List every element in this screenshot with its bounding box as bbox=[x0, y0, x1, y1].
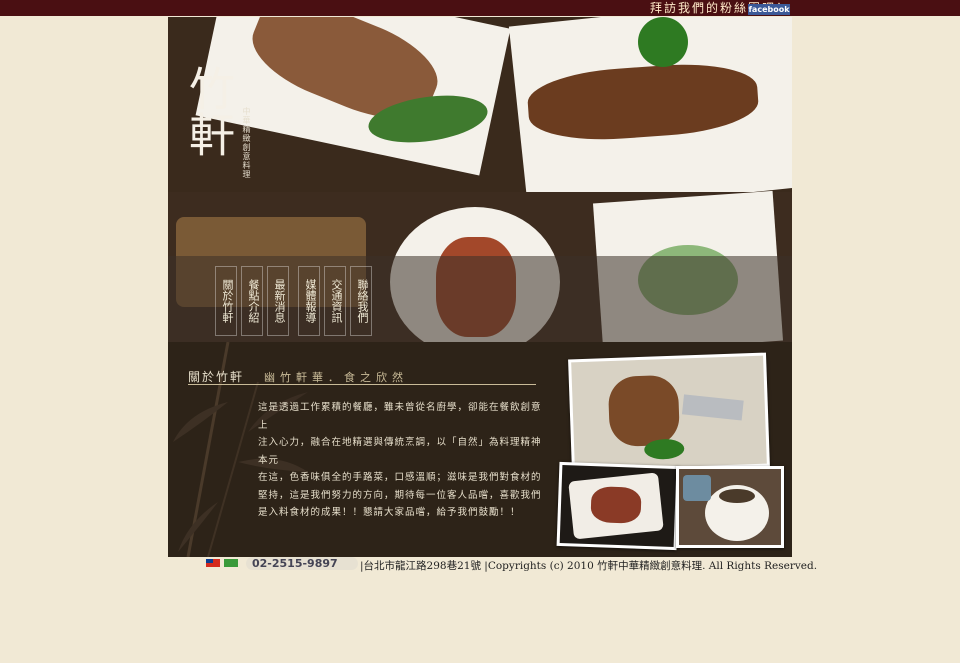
about-line: 堅持，這是我們努力的方向，期待每一位客人品嚐，喜歡我們 bbox=[258, 489, 542, 501]
nav-item-contact[interactable]: 聯絡我們 bbox=[350, 266, 372, 336]
logo-tagline: 中華精緻創意料理 bbox=[242, 107, 251, 179]
nav-item-traffic[interactable]: 交通資訊 bbox=[324, 266, 346, 336]
about-description: 這是透過工作累積的餐廳，雖未曾從名廚學，卻能在餐飲創意上 注入心力，融合在地精選… bbox=[258, 399, 544, 522]
food-photo-crab bbox=[556, 461, 680, 551]
food-photo-lamb bbox=[568, 352, 770, 474]
phone-number: 02-2515-9897 bbox=[246, 557, 358, 570]
broccoli-image bbox=[638, 17, 688, 67]
nav-item-news[interactable]: 最新消息 bbox=[267, 266, 289, 336]
about-line: 是入料食材的成果！！懇請大家品嚐，給予我們鼓勵！！ bbox=[258, 507, 521, 518]
nav-item-about[interactable]: 關於竹軒 bbox=[215, 266, 237, 336]
address-copyright: |台北市龍江路298巷21號 |Copyrights (c) 2010 竹軒中華… bbox=[360, 560, 818, 572]
main-panel: 關於竹軒 餐點介紹 最新消息 媒體報導 交通資訊 聯絡我們 竹軒 中華精緻創意料… bbox=[168, 17, 792, 557]
about-line: 注入心力，融合在地精選與傳統烹調，以「自然」為料理精神本元 bbox=[258, 437, 542, 466]
about-subheading: 幽竹軒華．食之欣然 bbox=[264, 371, 408, 384]
nav-item-menu[interactable]: 餐點介紹 bbox=[241, 266, 263, 336]
nav-item-media[interactable]: 媒體報導 bbox=[298, 266, 320, 336]
about-divider bbox=[188, 384, 536, 385]
flag-icon[interactable] bbox=[206, 558, 240, 568]
logo[interactable]: 竹軒 bbox=[182, 65, 240, 205]
about-line: 在這，色香味俱全的手路菜，口感溫順；滋味是我們對食材的 bbox=[258, 472, 542, 483]
food-photo-soup bbox=[676, 466, 784, 548]
about-heading: 關於竹軒 bbox=[188, 370, 245, 384]
about-line: 這是透過工作累積的餐廳，雖未曾從名廚學，卻能在餐飲創意上 bbox=[258, 402, 542, 431]
footer: 02-2515-9897 |台北市龍江路298巷21號 |Copyrights … bbox=[206, 557, 817, 573]
top-bar: 拜訪我們的粉絲團吧！ facebook bbox=[0, 0, 960, 16]
facebook-icon[interactable]: facebook bbox=[748, 4, 790, 15]
